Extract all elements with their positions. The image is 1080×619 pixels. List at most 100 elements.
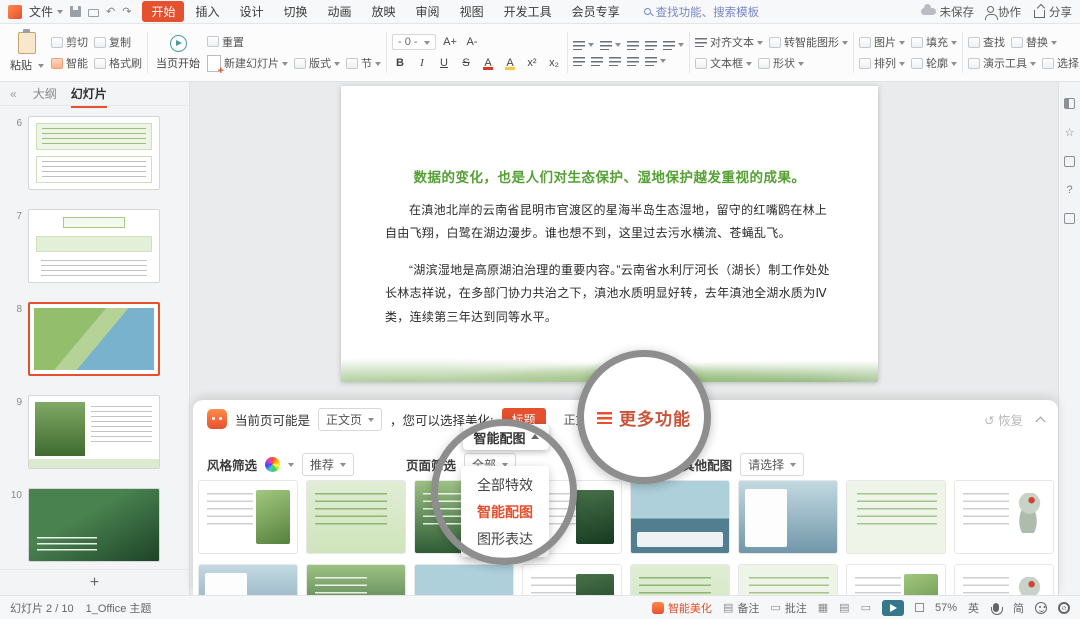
- slide-thumbnail-8[interactable]: [28, 302, 160, 376]
- page-type-select[interactable]: 正文页: [318, 408, 382, 431]
- collaborate-button[interactable]: 协作: [987, 4, 1021, 20]
- presentation-tools-button[interactable]: 演示工具: [968, 55, 1036, 71]
- beautify-template-card[interactable]: [306, 564, 406, 595]
- file-menu[interactable]: 文件: [29, 3, 63, 20]
- underline-button[interactable]: U: [436, 55, 452, 71]
- beautify-template-card[interactable]: [954, 564, 1054, 595]
- beautify-template-card[interactable]: [198, 480, 298, 554]
- tab-review[interactable]: 审阅: [407, 1, 449, 22]
- picture-button[interactable]: 图片: [859, 34, 905, 50]
- highlight-button[interactable]: A: [502, 55, 518, 71]
- slide-thumbnail-6[interactable]: [28, 116, 160, 190]
- add-slide-button[interactable]: +: [0, 569, 189, 595]
- reading-view-icon[interactable]: ▭: [861, 601, 871, 614]
- font-size-combo[interactable]: - 0 -: [392, 34, 436, 50]
- grow-font-button[interactable]: A+: [442, 34, 458, 50]
- new-slide-button[interactable]: 新建幻灯片: [207, 55, 288, 72]
- copy-button[interactable]: 复制: [94, 34, 131, 50]
- settings-gear-icon[interactable]: [1058, 602, 1070, 614]
- collapse-panel-icon[interactable]: «: [10, 87, 17, 101]
- play-slideshow-button[interactable]: [882, 600, 904, 616]
- beautify-template-card[interactable]: [738, 480, 838, 554]
- line-spacing-button[interactable]: [663, 39, 684, 50]
- redo-icon[interactable]: ↷: [122, 5, 131, 18]
- other-filter-select[interactable]: 请选择: [740, 453, 804, 476]
- justify-button[interactable]: [627, 56, 639, 66]
- beautify-template-card[interactable]: [954, 480, 1054, 554]
- microphone-icon[interactable]: [993, 603, 999, 612]
- slide-paragraph[interactable]: 在滇池北岸的云南省昆明市官渡区的星海半岛生态湿地，留守的红嘴鸥在林上自由飞翔，白…: [385, 199, 834, 246]
- beautify-template-card[interactable]: [846, 480, 946, 554]
- fill-button[interactable]: 填充: [911, 34, 957, 50]
- smart-picture-match-button[interactable]: 智能配图: [463, 424, 549, 450]
- find-button[interactable]: 查找: [968, 34, 1005, 50]
- tab-home[interactable]: 开始: [142, 1, 184, 22]
- beautify-template-card[interactable]: [414, 564, 514, 595]
- fit-slide-icon[interactable]: [915, 603, 924, 612]
- print-icon[interactable]: [88, 9, 99, 17]
- tab-transition[interactable]: 切换: [275, 1, 317, 22]
- input-language-en[interactable]: 英: [968, 600, 979, 616]
- smart-beautify-button[interactable]: 智能美化: [652, 600, 712, 616]
- format-painter-button[interactable]: 格式刷: [94, 55, 142, 71]
- restore-button[interactable]: ↺ 恢复: [984, 410, 1023, 429]
- star-resources-icon[interactable]: ☆: [1065, 126, 1075, 139]
- comments-button[interactable]: ▭批注: [770, 600, 806, 616]
- hide-pane-icon[interactable]: [1064, 98, 1075, 109]
- numbering-button[interactable]: [600, 39, 621, 50]
- italic-button[interactable]: I: [414, 55, 430, 71]
- tab-slides[interactable]: 幻灯片: [71, 85, 107, 102]
- decrease-indent-button[interactable]: [627, 40, 639, 50]
- tab-design[interactable]: 设计: [230, 1, 272, 22]
- normal-view-icon[interactable]: ▦: [818, 601, 828, 614]
- undo-icon[interactable]: ↶: [106, 5, 115, 18]
- play-from-current-button[interactable]: 当页开始: [153, 33, 203, 73]
- tab-insert[interactable]: 插入: [186, 1, 228, 22]
- collapse-beautify-panel-icon[interactable]: [1036, 416, 1046, 426]
- beautify-template-card[interactable]: [630, 480, 730, 554]
- arrange-button[interactable]: 排列: [859, 55, 905, 71]
- slide-thumbnail-10[interactable]: [28, 488, 160, 562]
- align-left-button[interactable]: [573, 56, 585, 66]
- search-input[interactable]: 查找功能、搜索模板: [644, 4, 760, 20]
- increase-indent-button[interactable]: [645, 40, 657, 50]
- menu-item-graphic-expression[interactable]: 图形表达: [461, 525, 549, 552]
- menu-item-all-effects[interactable]: 全部特效: [461, 471, 549, 498]
- tab-member[interactable]: 会员专享: [563, 1, 629, 22]
- convert-smartart-button[interactable]: 转智能图形: [769, 34, 848, 50]
- more-tools-icon[interactable]: [1064, 213, 1075, 224]
- outline-button[interactable]: 轮廓: [911, 55, 957, 71]
- align-right-button[interactable]: [609, 56, 621, 66]
- menu-item-smart-picture[interactable]: 智能配图: [461, 498, 549, 525]
- tab-outline[interactable]: 大纲: [33, 85, 57, 102]
- paste-button[interactable]: 粘贴: [7, 30, 47, 75]
- zoom-value[interactable]: 57%: [935, 602, 957, 614]
- beautify-template-card[interactable]: [846, 564, 946, 595]
- textbox-button[interactable]: 文本框: [695, 55, 752, 71]
- feedback-smiley-icon[interactable]: [1035, 602, 1047, 614]
- layout-button[interactable]: 版式: [294, 55, 340, 71]
- slide-canvas[interactable]: 数据的变化，也是人们对生态保护、湿地保护越发重视的成果。 在滇池北岸的云南省昆明…: [341, 86, 878, 382]
- section-button[interactable]: 节: [346, 55, 381, 71]
- save-icon[interactable]: [70, 6, 81, 17]
- beautify-template-card[interactable]: [198, 564, 298, 595]
- help-icon[interactable]: ?: [1066, 184, 1072, 196]
- smart-format-button[interactable]: 智能: [51, 55, 88, 71]
- slide-thumbnail-9[interactable]: [28, 395, 160, 469]
- slide-paragraph[interactable]: “湖滨湿地是高原湖泊治理的重要内容。”云南省水利厅河长（湖长）制工作处处长林志祥…: [385, 259, 834, 329]
- slide-sorter-icon[interactable]: ▤: [839, 601, 849, 614]
- subscript-button[interactable]: x₂: [546, 55, 562, 71]
- tab-animation[interactable]: 动画: [319, 1, 361, 22]
- beautify-template-card[interactable]: [522, 564, 622, 595]
- font-color-button[interactable]: A: [480, 55, 496, 71]
- share-button[interactable]: 分享: [1034, 4, 1072, 20]
- tab-slideshow[interactable]: 放映: [363, 1, 405, 22]
- shape-button[interactable]: 形状: [758, 55, 804, 71]
- color-wheel-icon[interactable]: [265, 457, 280, 472]
- beautify-template-card[interactable]: [630, 564, 730, 595]
- bullets-button[interactable]: [573, 39, 594, 50]
- style-filter-select[interactable]: 推荐: [302, 453, 354, 476]
- notes-button[interactable]: ▤备注: [723, 600, 759, 616]
- tab-view[interactable]: 视图: [451, 1, 493, 22]
- input-language-cn[interactable]: 简: [1013, 600, 1024, 616]
